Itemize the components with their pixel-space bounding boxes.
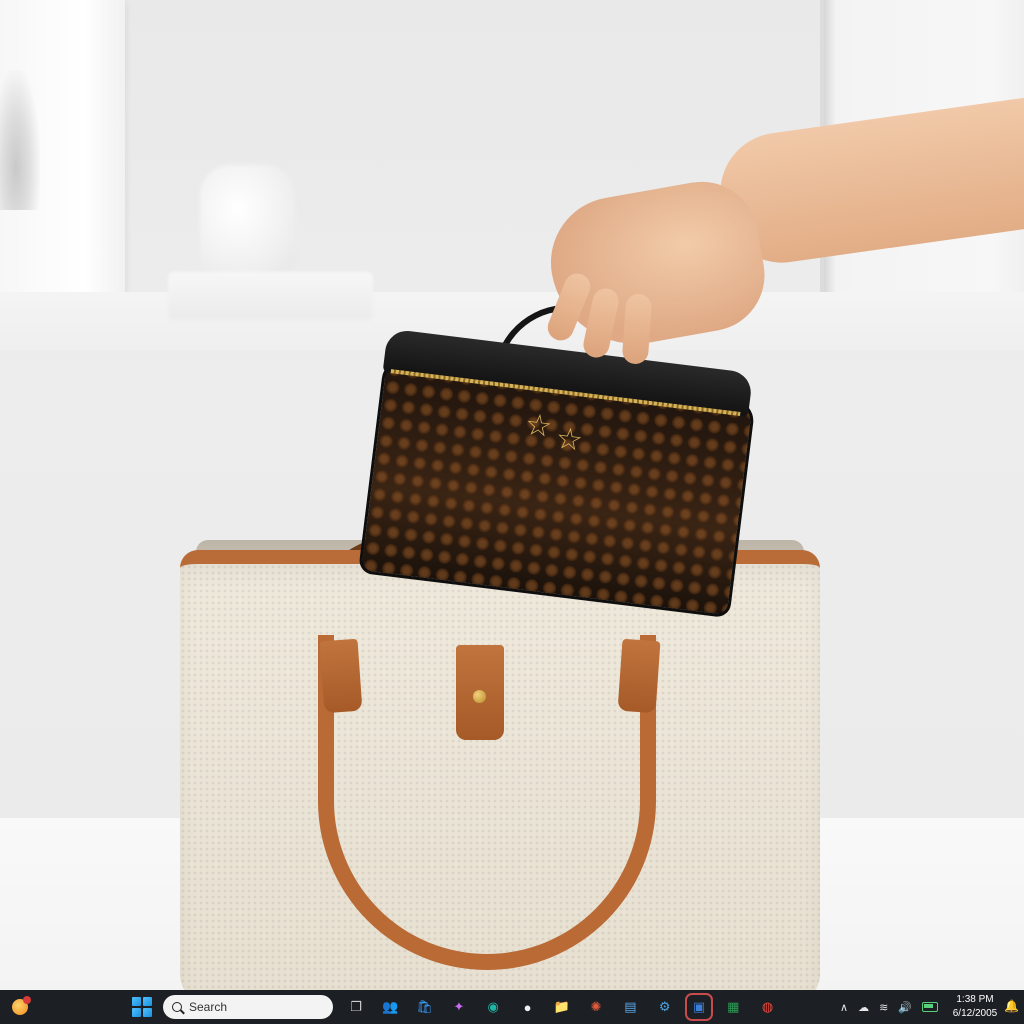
task-view-icon[interactable]: ❐: [345, 996, 367, 1018]
notepad-icon[interactable]: ▤: [619, 996, 641, 1018]
weather-widget-icon[interactable]: [8, 995, 32, 1019]
clock-time: 1:38 PM: [956, 994, 994, 1005]
volume-icon[interactable]: 🔊: [898, 1001, 912, 1014]
windows-logo-icon: [132, 997, 141, 1006]
desktop-wallpaper: ☆ ☆: [0, 0, 1024, 990]
star-zipper-pull-icon: ☆: [553, 420, 585, 459]
battery-icon[interactable]: [921, 1002, 938, 1012]
cloud-icon[interactable]: ☁: [858, 1001, 869, 1014]
search-icon: [172, 1002, 182, 1012]
chevron-up-icon[interactable]: ∧: [840, 1001, 848, 1014]
strap-tab-left: [319, 638, 363, 714]
windows-logo-icon: [143, 1008, 152, 1017]
taskbar: Search ❐ 👥 🛍 ✦ ◉ ● 📁 ✺ ▤ ⚙ ▣ ▦ ◍ ∧ ☁ ≋ 🔊 1:38 PM 6/1…: [0, 990, 1024, 1024]
sparkle-app-icon[interactable]: ✺: [585, 996, 607, 1018]
edge-icon[interactable]: ◉: [482, 996, 504, 1018]
wall-art-frame: [0, 0, 125, 305]
control-panel-icon[interactable]: ⚙: [654, 996, 676, 1018]
strap-tab-right: [617, 638, 661, 714]
white-tray: [168, 272, 373, 320]
taskbar-search-box[interactable]: Search: [163, 995, 333, 1019]
windows-logo-icon: [132, 1008, 141, 1017]
start-button[interactable]: [132, 997, 152, 1017]
chat-icon[interactable]: ●: [517, 996, 539, 1018]
finger: [621, 293, 653, 365]
white-vase: [200, 165, 295, 275]
star-zipper-pull-icon: ☆: [523, 407, 555, 446]
remote-desktop-icon[interactable]: ▣: [685, 993, 713, 1021]
teams-icon[interactable]: 👥: [379, 996, 401, 1018]
chrome-icon[interactable]: ◍: [757, 996, 779, 1018]
store-icon[interactable]: 🛍: [414, 996, 436, 1018]
gold-rivet: [473, 690, 486, 703]
wall-art: [0, 70, 40, 210]
copilot-icon[interactable]: ✦: [448, 996, 470, 1018]
mesh-cosmetic-pouch: ☆ ☆: [358, 296, 756, 619]
file-explorer-icon[interactable]: 📁: [551, 996, 573, 1018]
clock-date: 6/12/2005: [952, 1008, 998, 1019]
excel-icon[interactable]: ▦: [722, 996, 744, 1018]
notification-bell-icon[interactable]: 🔔: [1004, 999, 1019, 1013]
system-tray: ∧ ☁ ≋ 🔊: [840, 999, 938, 1015]
windows-logo-icon: [143, 997, 152, 1006]
wifi-icon[interactable]: ≋: [879, 1001, 888, 1014]
search-label: Search: [189, 1000, 228, 1014]
taskbar-clock[interactable]: 1:38 PM 6/12/2005: [950, 993, 1000, 1021]
notification-badge: [23, 996, 31, 1004]
